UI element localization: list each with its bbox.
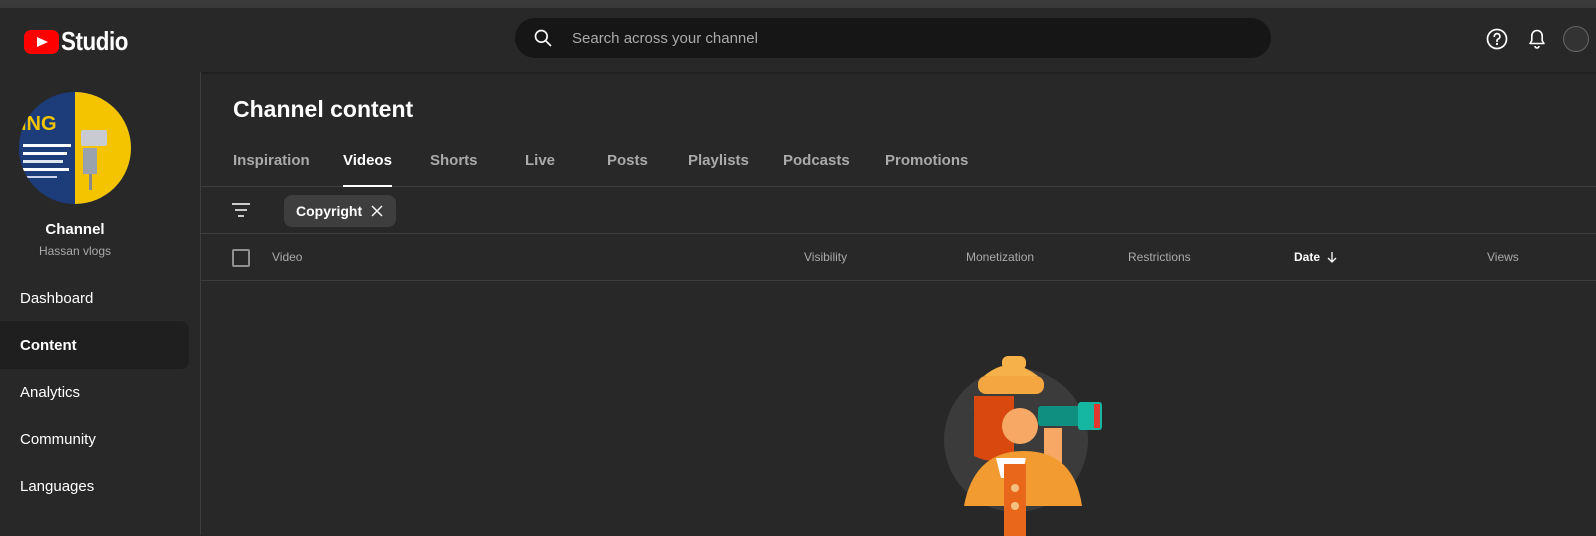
channel-avatar[interactable]: ING xyxy=(19,92,131,204)
tab-posts[interactable]: Posts xyxy=(607,152,648,187)
empty-state-illustration xyxy=(944,356,1102,536)
search-icon xyxy=(534,29,552,47)
channel-label: Channel xyxy=(45,221,105,238)
tab-playlists[interactable]: Playlists xyxy=(688,152,749,187)
sort-down-arrow-icon xyxy=(1327,252,1337,263)
channel-name: Hassan vlogs xyxy=(38,244,112,258)
tab-podcasts[interactable]: Podcasts xyxy=(783,152,850,187)
column-date-label: Date xyxy=(1294,250,1321,264)
svg-text:ING: ING xyxy=(21,113,57,135)
content-tabs: Inspiration Videos Shorts Live Posts Pla… xyxy=(201,142,1596,187)
tab-promotions[interactable]: Promotions xyxy=(885,152,968,187)
column-monetization[interactable]: Monetization xyxy=(966,250,1034,264)
sidebar-item-label: Dashboard xyxy=(20,289,94,307)
select-all-checkbox[interactable] xyxy=(232,249,250,267)
sidebar-item-label: Languages xyxy=(20,477,95,495)
browser-top-strip xyxy=(0,0,1596,8)
sidebar-item-content[interactable]: Content xyxy=(0,321,189,369)
column-visibility[interactable]: Visibility xyxy=(804,250,847,264)
sidebar-item-analytics[interactable]: Analytics xyxy=(0,368,189,416)
help-icon[interactable] xyxy=(1485,27,1509,51)
tab-inspiration[interactable]: Inspiration xyxy=(233,152,310,187)
filter-chip-copyright[interactable]: Copyright xyxy=(284,195,397,227)
table-header: Video Visibility Monetization Restrictio… xyxy=(201,234,1596,281)
sidebar: ING Channel Hassan vlogs Dashboard Conte… xyxy=(0,72,201,535)
filter-icon[interactable] xyxy=(231,201,251,219)
sidebar-item-community[interactable]: Community xyxy=(0,415,189,463)
column-date[interactable]: Date xyxy=(1294,250,1338,264)
page-title: Channel content xyxy=(233,96,414,122)
sidebar-item-label: Content xyxy=(20,336,77,354)
tab-videos[interactable]: Videos xyxy=(343,152,392,187)
channel-avatar-image: ING xyxy=(19,92,131,204)
tab-live[interactable]: Live xyxy=(525,152,555,187)
column-restrictions[interactable]: Restrictions xyxy=(1128,250,1191,264)
column-video[interactable]: Video xyxy=(272,250,302,264)
main-content: Channel content Inspiration Videos Short… xyxy=(201,72,1596,536)
sidebar-item-languages[interactable]: Languages xyxy=(0,462,189,510)
search-bar[interactable] xyxy=(515,18,1271,58)
account-avatar[interactable] xyxy=(1563,26,1589,52)
search-input[interactable] xyxy=(572,29,1271,47)
sidebar-item-label: Analytics xyxy=(20,383,81,401)
logo-text: Studio xyxy=(61,26,128,56)
top-header: Studio xyxy=(0,8,1596,72)
tab-shorts[interactable]: Shorts xyxy=(430,152,478,187)
bell-icon[interactable] xyxy=(1525,27,1549,51)
close-icon[interactable] xyxy=(370,204,384,218)
filter-bar: Copyright xyxy=(201,187,1596,234)
filter-chip-label: Copyright xyxy=(296,203,363,219)
column-views[interactable]: Views xyxy=(1487,250,1519,264)
studio-logo[interactable]: Studio xyxy=(24,26,139,57)
youtube-play-icon xyxy=(24,29,59,54)
sidebar-item-dashboard[interactable]: Dashboard xyxy=(0,274,189,322)
sidebar-item-label: Community xyxy=(20,430,96,448)
